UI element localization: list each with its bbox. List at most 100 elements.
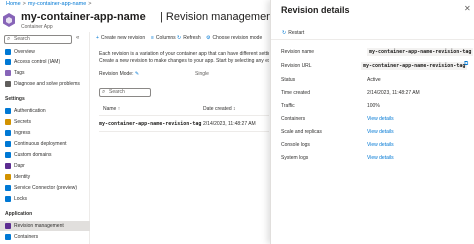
- sidebar-item-label: Custom domains: [14, 152, 52, 158]
- choose-revision-mode-label: Choose revision mode: [212, 35, 263, 41]
- tag-icon: [5, 70, 11, 76]
- field-label-scale-replicas: Scale and replicas: [281, 129, 322, 135]
- restart-label: Restart: [288, 30, 305, 36]
- status-value: Active: [367, 77, 381, 83]
- containers-view-details-link[interactable]: View details: [367, 116, 394, 122]
- column-header-label: Name: [103, 106, 117, 112]
- field-label-system-logs: System logs: [281, 155, 309, 161]
- sidebar-item-revision-management[interactable]: Revision management: [0, 221, 90, 231]
- section-settings: Settings: [5, 96, 25, 102]
- sidebar-item-containers[interactable]: Containers: [0, 232, 90, 242]
- diagnose-icon: [5, 81, 11, 87]
- panel-title: Revision details: [281, 5, 350, 15]
- edit-icon[interactable]: ✎: [135, 71, 139, 77]
- breadcrumb-separator-trail: >: [88, 1, 92, 7]
- breadcrumb-separator: >: [22, 1, 26, 7]
- system-logs-view-details-link[interactable]: View details: [367, 155, 394, 161]
- field-label-revision-url: Revision URL: [281, 63, 312, 69]
- refresh-button[interactable]: ↻ Refresh: [177, 33, 201, 43]
- revision-mode-value: Single: [195, 71, 209, 77]
- sidebar-item-secrets[interactable]: Secrets: [0, 117, 90, 127]
- app-type-label: Container App: [21, 24, 53, 30]
- service-connector-icon: [5, 185, 11, 191]
- revision-date-cell: 2/14/2023, 11:48:27 AM: [203, 121, 256, 127]
- sidebar-search-placeholder: Search: [14, 36, 30, 42]
- favorite-star-icon[interactable]: ☆: [233, 14, 239, 22]
- field-label-containers: Containers: [281, 116, 306, 122]
- sidebar-item-overview[interactable]: Overview: [0, 47, 90, 57]
- search-icon: ⌕: [102, 89, 106, 95]
- deployment-icon: [5, 141, 11, 147]
- columns-label: Columns: [155, 35, 176, 41]
- field-label-status: Status: [281, 77, 296, 83]
- sidebar-item-diagnose[interactable]: Diagnose and solve problems: [0, 79, 90, 89]
- breadcrumb-resource[interactable]: my-container-app-name: [28, 1, 86, 7]
- copy-icon[interactable]: ⧉: [464, 61, 468, 68]
- identity-icon: [5, 174, 11, 180]
- scale-view-details-link[interactable]: View details: [367, 129, 394, 135]
- sidebar-item-custom-domains[interactable]: Custom domains: [0, 150, 90, 160]
- sort-icon: ↕: [233, 106, 236, 112]
- collapse-sidebar-icon[interactable]: «: [76, 35, 79, 41]
- revision-url-value[interactable]: my-container-app-name-revision-tag: [361, 62, 468, 70]
- revision-name-cell[interactable]: my-container-app-name-revision-tag: [99, 121, 201, 127]
- field-label-revision-name: Revision name: [281, 49, 315, 55]
- plus-icon: +: [96, 35, 99, 41]
- sidebar-item-label: Access control (IAM): [14, 59, 61, 65]
- restart-button[interactable]: ↻ Restart: [282, 30, 304, 36]
- header-divider: [99, 115, 269, 116]
- sidebar-item-label: Service Connector (preview): [14, 185, 78, 191]
- overview-icon: [5, 49, 11, 55]
- row-divider: [99, 131, 269, 132]
- column-header-name[interactable]: Name ↑: [103, 106, 120, 112]
- columns-icon: ≡: [151, 35, 154, 41]
- sidebar-item-access-control[interactable]: Access control (IAM): [0, 57, 90, 67]
- sidebar-item-label: Overview: [14, 49, 35, 55]
- description-line: Each revision is a variation of your con…: [99, 51, 269, 57]
- sidebar-item-locks[interactable]: Locks: [0, 194, 90, 204]
- description-line: Create a new revision to make changes to…: [99, 58, 269, 64]
- command-divider: [271, 39, 474, 40]
- sidebar-item-label: Diagnose and solve problems: [14, 81, 80, 87]
- sidebar-item-label: Locks: [14, 196, 28, 202]
- sidebar-item-label: Continuous deployment: [14, 141, 67, 147]
- sidebar-item-tags[interactable]: Tags: [0, 68, 90, 78]
- dapr-icon: [5, 163, 11, 169]
- column-header-date[interactable]: Date created ↕: [203, 106, 236, 112]
- sidebar-item-identity[interactable]: Identity: [0, 172, 90, 182]
- close-icon[interactable]: ✕: [464, 4, 471, 13]
- revision-name-value: my-container-app-name-revision-tag: [367, 48, 474, 56]
- breadcrumb-home[interactable]: Home: [6, 1, 21, 7]
- lock-icon: [5, 196, 11, 202]
- field-label-console-logs: Console logs: [281, 142, 310, 148]
- sidebar-item-label: Identity: [14, 174, 31, 180]
- traffic-value: 100%: [367, 103, 380, 109]
- app-title: my-container-app-name: [21, 11, 146, 23]
- domain-icon: [5, 152, 11, 158]
- sidebar-item-ingress[interactable]: Ingress: [0, 128, 90, 138]
- revision-search-input[interactable]: ⌕ Search: [99, 88, 151, 97]
- sidebar: ⌕ Search « Overview Access control (IAM)…: [0, 32, 90, 244]
- sidebar-item-label: Ingress: [14, 130, 31, 136]
- sidebar-search-input[interactable]: ⌕ Search: [4, 35, 72, 44]
- sidebar-item-label: Revision management: [14, 223, 64, 229]
- containers-icon: [5, 234, 11, 240]
- sidebar-item-label: Tags: [14, 70, 25, 76]
- breadcrumb: Home > my-container-app-name >: [6, 1, 94, 7]
- refresh-icon: ↻: [177, 35, 182, 41]
- sidebar-item-authentication[interactable]: Authentication: [0, 106, 90, 116]
- revision-mode-label: Revision Mode:: [99, 71, 134, 77]
- sidebar-item-label: Secrets: [14, 119, 31, 125]
- choose-revision-mode-button[interactable]: ⚙ Choose revision mode: [206, 33, 262, 43]
- create-revision-button[interactable]: + Create new revision: [96, 33, 145, 43]
- console-logs-view-details-link[interactable]: View details: [367, 142, 394, 148]
- sidebar-item-dapr[interactable]: Dapr: [0, 161, 90, 171]
- sidebar-item-service-connector[interactable]: Service Connector (preview): [0, 183, 90, 193]
- access-control-icon: [5, 59, 11, 65]
- more-options-icon[interactable]: ...: [243, 12, 252, 19]
- revision-mode: Revision Mode: Single ✎: [99, 71, 209, 77]
- sidebar-item-continuous-deployment[interactable]: Continuous deployment: [0, 139, 90, 149]
- columns-button[interactable]: ≡ Columns: [151, 33, 176, 43]
- field-label-time-created: Time created: [281, 90, 310, 96]
- field-label-traffic: Traffic: [281, 103, 295, 109]
